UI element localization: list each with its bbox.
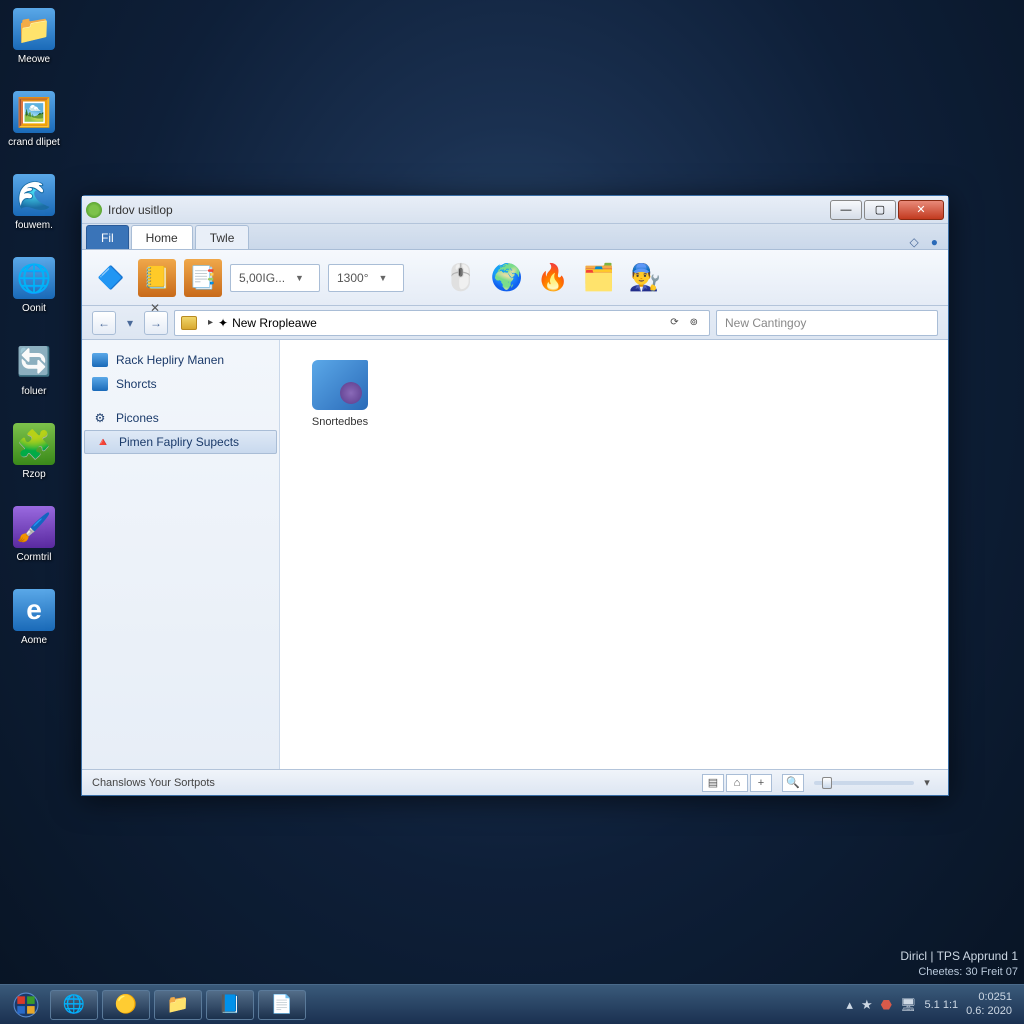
nav-back-button[interactable]: ←: [92, 311, 116, 335]
folder-shortcut-icon: [312, 360, 368, 410]
tab-file[interactable]: Fil: [86, 225, 129, 249]
ribbon-combo-1[interactable]: 5,00IG...▼: [230, 264, 320, 292]
ribbon-tool-avatar[interactable]: 👨‍🔧: [624, 257, 666, 299]
desktop-icon-foluer[interactable]: 🔄foluer: [6, 340, 62, 397]
content-area[interactable]: Snortedbes: [280, 340, 948, 769]
address-dropdown-icon[interactable]: ⊚: [690, 317, 698, 328]
sidebar-item-pimen[interactable]: 🔺Pimen Fapliry Supects: [84, 430, 277, 454]
desktop-icon-crand[interactable]: 🖼️crand dlipet: [6, 91, 62, 148]
help-icon[interactable]: ●: [925, 235, 944, 249]
star-icon: ✦: [218, 316, 228, 330]
tray-up-icon[interactable]: ▴: [846, 997, 853, 1013]
desktop-icons: 📁Meowe 🖼️crand dlipet 🌊fouwem. 🌐Oonit 🔄f…: [6, 8, 66, 672]
close-tab-icon[interactable]: ✕: [150, 301, 160, 315]
close-button[interactable]: ✕: [898, 200, 944, 220]
desktop-icon-oonit[interactable]: 🌐Oonit: [6, 257, 62, 314]
tab-home[interactable]: Home: [131, 225, 193, 249]
ribbon-button-1[interactable]: 🔷: [92, 259, 130, 297]
desktop-icon-aome[interactable]: еAome: [6, 589, 62, 646]
sidebar: Rack Hepliry Manen Shorcts ⚙Picones 🔺Pim…: [82, 340, 280, 769]
desktop-icon-meowe[interactable]: 📁Meowe: [6, 8, 62, 65]
zoom-out-button[interactable]: +: [750, 774, 772, 792]
ribbon-tool-card[interactable]: 🗂️: [578, 257, 620, 299]
chevron-right-icon: ▸: [208, 317, 213, 328]
taskbar-clock[interactable]: 0:0251 0.6: 2020: [966, 991, 1012, 1017]
ribbon-combo-2[interactable]: 1300°▼: [328, 264, 404, 292]
desktop-icon-cormtril[interactable]: 🖌️Cormtril: [6, 506, 62, 563]
search-input[interactable]: New Cantingoy: [716, 310, 938, 336]
titlebar[interactable]: Irdov usitlop — ▢ ✕: [82, 196, 948, 224]
task-item-1[interactable]: 🌐: [50, 990, 98, 1020]
explorer-window: Irdov usitlop — ▢ ✕ Fil Home Twle ◇ ● 🔷 …: [81, 195, 949, 796]
ribbon-button-3[interactable]: 📑: [184, 259, 222, 297]
ribbon-tool-globe-2[interactable]: 🔥: [532, 257, 574, 299]
status-more-button[interactable]: ▾: [916, 774, 938, 792]
address-bar-row: ← ▾ → ▸ ✦ New Rropleawe ⟳ ⊚ New Cantingo…: [82, 306, 948, 340]
status-bar: Chanslows Your Sortpots ▤ ⌂ + 🔍 ▾: [82, 769, 948, 795]
folder-icon: [92, 377, 108, 391]
status-text: Chanslows Your Sortpots: [92, 777, 215, 789]
view-details-button[interactable]: ▤: [702, 774, 724, 792]
flag-icon: 🔺: [95, 435, 111, 449]
task-item-5[interactable]: 📄: [258, 990, 306, 1020]
app-icon: [86, 202, 102, 218]
folder-icon: [92, 353, 108, 367]
ribbon-tabs: Fil Home Twle ◇ ●: [82, 224, 948, 250]
zoom-slider[interactable]: [814, 781, 914, 785]
folder-icon: [181, 316, 197, 330]
sidebar-item-rack[interactable]: Rack Hepliry Manen: [82, 348, 279, 372]
task-item-2[interactable]: 🟡: [102, 990, 150, 1020]
desktop-watermark: Diricl | TPS Apprund 1 Cheetes: 30 Freit…: [900, 948, 1018, 980]
ribbon-tool-globe-1[interactable]: 🌍: [486, 257, 528, 299]
tray-star-icon[interactable]: ★: [861, 997, 873, 1013]
tray-meter: 5.1 1:1: [924, 999, 958, 1011]
address-bar[interactable]: ▸ ✦ New Rropleawe ⟳ ⊚: [174, 310, 710, 336]
tray-network-icon[interactable]: 🖥: [900, 997, 917, 1013]
task-item-4[interactable]: 📘: [206, 990, 254, 1020]
task-item-3[interactable]: 📁: [154, 990, 202, 1020]
view-icons-button[interactable]: ⌂: [726, 774, 748, 792]
sidebar-item-picones[interactable]: ⚙Picones: [82, 406, 279, 430]
nav-history-dropdown[interactable]: ▾: [122, 311, 138, 335]
system-tray: ▴ ★ ⬣ 🖥 5.1 1:1 0:0251 0.6: 2020: [846, 991, 1018, 1017]
desktop-icon-rzop[interactable]: 🧩Rzop: [6, 423, 62, 480]
start-button[interactable]: [6, 988, 46, 1022]
ribbon-button-2[interactable]: 📒: [138, 259, 176, 297]
refresh-icon-small[interactable]: ⟳: [670, 317, 678, 328]
collapse-ribbon-icon[interactable]: ◇: [904, 235, 925, 249]
gear-icon: ⚙: [92, 411, 108, 425]
zoom-reset-button[interactable]: 🔍: [782, 774, 804, 792]
minimize-button[interactable]: —: [830, 200, 862, 220]
sidebar-item-shorcts[interactable]: Shorcts: [82, 372, 279, 396]
ribbon: 🔷 📒 ✕ 📑 5,00IG...▼ 1300°▼ 🖱️ 🌍 🔥 🗂️ 👨‍🔧: [82, 250, 948, 306]
address-path: New Rropleawe: [232, 316, 317, 330]
file-item-snortedbes[interactable]: Snortedbes: [300, 360, 380, 428]
window-title: Irdov usitlop: [108, 203, 828, 217]
maximize-button[interactable]: ▢: [864, 200, 896, 220]
taskbar: 🌐 🟡 📁 📘 📄 ▴ ★ ⬣ 🖥 5.1 1:1 0:0251 0.6: 20…: [0, 984, 1024, 1024]
ribbon-tool-cursor[interactable]: 🖱️: [440, 257, 482, 299]
desktop-icon-fouwem[interactable]: 🌊fouwem.: [6, 174, 62, 231]
tray-shield-icon[interactable]: ⬣: [881, 997, 892, 1013]
tab-twle[interactable]: Twle: [195, 225, 250, 249]
